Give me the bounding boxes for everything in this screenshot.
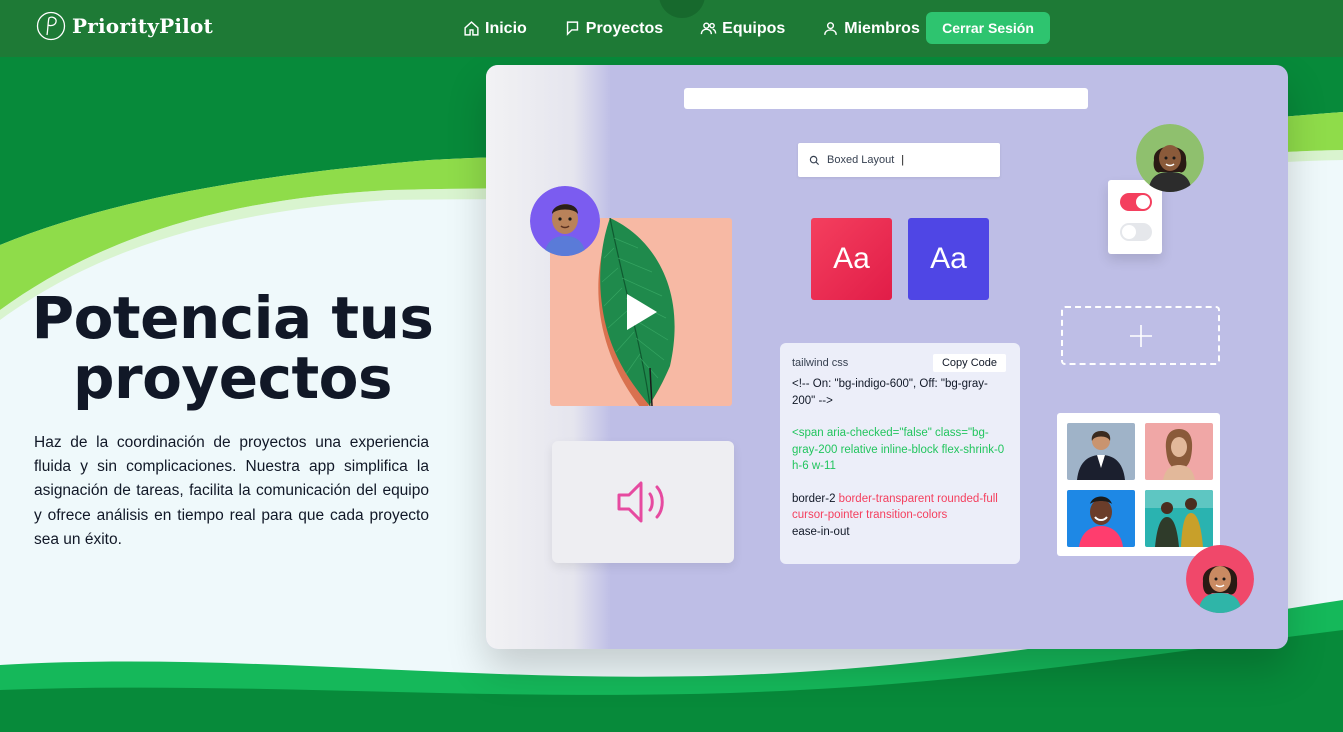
plus-icon [1129, 324, 1152, 347]
code-snippet-card: tailwind css Copy Code <!-- On: "bg-indi… [780, 343, 1020, 564]
nav-item-proyectos[interactable]: Proyectos [564, 20, 663, 38]
code-span-line: <span aria-checked="false" class="bg-gra… [792, 427, 1005, 472]
nav-item-label: Equipos [722, 19, 786, 37]
logo-mark-icon [36, 11, 66, 41]
nav-item-label: Proyectos [585, 19, 664, 37]
toggle-knob [1122, 225, 1136, 239]
toggle-switch-off[interactable] [1120, 223, 1152, 241]
nav-item-label: Inicio [485, 19, 527, 37]
search-icon [809, 155, 820, 165]
mock-search-input[interactable]: Boxed Layout | [798, 143, 1000, 177]
gallery-photo[interactable] [1145, 423, 1213, 480]
code-language: tailwind css [792, 357, 849, 369]
avatar-boy [530, 186, 600, 256]
code-border-line: border-2 border-transparent rounded-full… [792, 491, 1008, 524]
search-value: Boxed Layout [827, 154, 895, 166]
toggle-knob [1136, 195, 1150, 209]
bookmark-icon [566, 21, 578, 36]
gallery-photo[interactable] [1067, 423, 1135, 480]
avatar-woman [1186, 545, 1254, 613]
hero-title-line-1: Potencia tus [31, 284, 434, 352]
hero-description: Haz de la coordinación de proyectos una … [34, 434, 429, 548]
nav-item-miembros[interactable]: Miembros [822, 20, 920, 38]
gallery-photo[interactable] [1145, 490, 1213, 547]
hero-title: Potencia tus proyectos [20, 288, 445, 408]
avatar-girl [1136, 124, 1204, 192]
top-navbar: PriorityPilot Inicio Proyectos Equipos M… [0, 0, 1343, 57]
mock-top-bar [684, 88, 1088, 109]
logout-button[interactable]: Cerrar Sesión [926, 12, 1050, 44]
toggle-card [1108, 180, 1162, 254]
font-card-rose: Aa [811, 218, 892, 300]
gallery-photo[interactable] [1067, 490, 1135, 547]
font-card-indigo: Aa [908, 218, 989, 300]
toggle-switch-on[interactable] [1120, 193, 1152, 211]
brand-name: PriorityPilot [72, 14, 213, 38]
user-icon [824, 22, 838, 35]
nav-item-inicio[interactable]: Inicio [463, 20, 527, 38]
code-border-prefix: border-2 [792, 492, 836, 505]
play-icon[interactable] [627, 294, 657, 330]
hero-title-line-2: proyectos [72, 344, 393, 412]
audio-card[interactable] [552, 441, 734, 563]
users-icon [700, 22, 717, 35]
code-ease-line: ease-in-out [792, 525, 850, 538]
code-comment: <!-- On: "bg-indigo-600", Off: "bg-gray-… [792, 378, 988, 407]
brand-logo[interactable]: PriorityPilot [36, 11, 213, 41]
add-dropzone[interactable] [1061, 306, 1220, 365]
nav-item-equipos[interactable]: Equipos [700, 20, 785, 38]
home-icon [464, 21, 479, 36]
speaker-icon [617, 481, 664, 523]
photo-gallery [1057, 413, 1220, 556]
main-nav: Inicio Proyectos Equipos Miembros [463, 0, 957, 57]
copy-code-button[interactable]: Copy Code [932, 354, 1006, 372]
nav-item-label: Miembros [844, 19, 920, 37]
